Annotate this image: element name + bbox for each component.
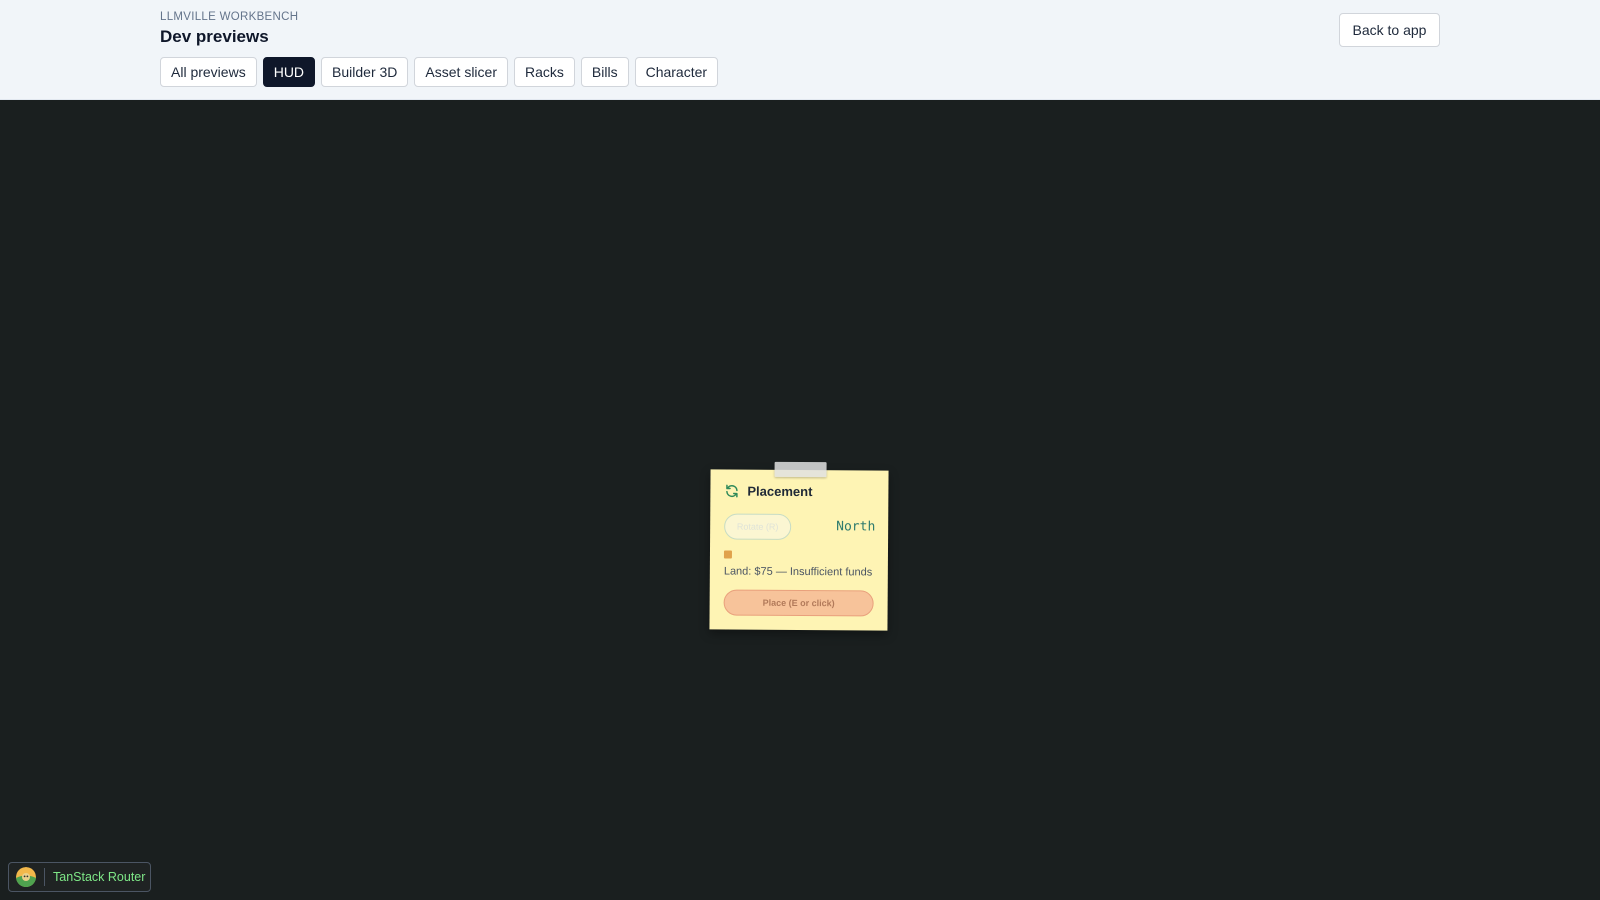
tanstack-logo-icon: [16, 867, 36, 887]
place-button[interactable]: Place (E or click): [723, 589, 874, 617]
tab-character[interactable]: Character: [634, 57, 719, 87]
divider: [44, 868, 45, 886]
tab-all-previews[interactable]: All previews: [160, 57, 257, 87]
brand-label: LLMVILLE WORKBENCH: [160, 11, 299, 23]
tab-hud[interactable]: HUD: [262, 57, 316, 87]
tab-asset-slicer[interactable]: Asset slicer: [414, 57, 508, 87]
placement-title: Placement: [747, 483, 813, 500]
tanstack-router-devtools-button[interactable]: TanStack Router: [8, 862, 151, 892]
direction-readout: North: [836, 519, 876, 535]
tab-bills[interactable]: Bills: [580, 57, 629, 87]
tanstack-router-label: TanStack Router: [53, 870, 146, 884]
preview-tabs: All previews HUD Builder 3D Asset slicer…: [160, 57, 719, 87]
rotate-button[interactable]: Rotate (R): [724, 513, 792, 540]
back-to-app-button[interactable]: Back to app: [1339, 13, 1440, 47]
top-bar: LLMVILLE WORKBENCH Dev previews All prev…: [0, 0, 1600, 100]
tape-strip: [774, 461, 827, 478]
cost-indicator: [723, 550, 732, 559]
placement-header: Placement: [724, 483, 813, 500]
tab-racks[interactable]: Racks: [514, 57, 575, 87]
placement-card: Placement Rotate (R) North Land: $75 — I…: [709, 461, 889, 631]
page-title: Dev previews: [160, 27, 269, 46]
refresh-icon: [724, 483, 739, 498]
cost-status: Land: $75 — Insufficient funds: [723, 565, 873, 579]
tab-builder-3d[interactable]: Builder 3D: [321, 57, 409, 87]
